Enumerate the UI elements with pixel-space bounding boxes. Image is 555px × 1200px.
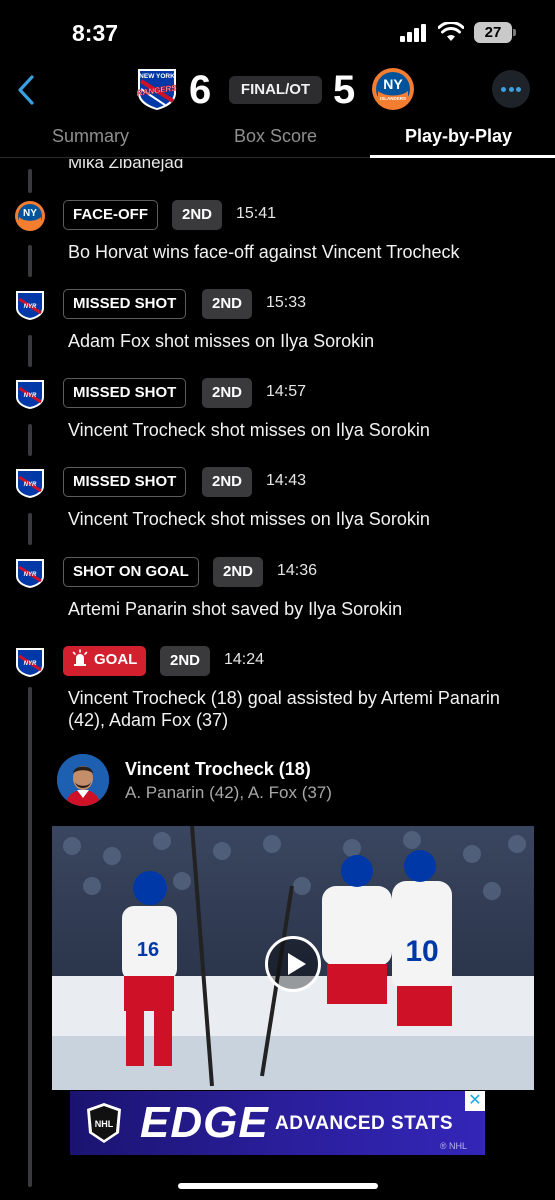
home-indicator[interactable]: [178, 1183, 378, 1189]
play-type-badge: SHOT ON GOAL: [63, 557, 199, 587]
svg-text:NYR: NYR: [24, 572, 37, 578]
play-description: Vincent Trocheck shot misses on Ilya Sor…: [68, 420, 430, 440]
play-time: 15:41: [236, 205, 277, 222]
play-description: Vincent Trocheck shot misses on Ilya Sor…: [68, 509, 430, 529]
game-status-badge: FINAL/OT: [229, 76, 322, 104]
rangers-team-icon: NYR: [16, 559, 44, 588]
period-badge: 2ND: [213, 557, 264, 587]
svg-text:NYR: NYR: [24, 304, 37, 310]
svg-text:NEW YORK: NEW YORK: [139, 73, 175, 80]
play-time: 14:57: [266, 383, 307, 400]
goal-label: GOAL: [94, 651, 138, 668]
svg-text:NHL: NHL: [95, 1119, 114, 1129]
game-tabs: Summary Box Score Play-by-Play: [0, 118, 555, 158]
period-badge: 2ND: [202, 467, 253, 497]
score-header: NEW YORK RANGERS 6 FINAL/OT 5 NY ISLANDE…: [0, 62, 555, 118]
play-time: 15:33: [266, 294, 307, 311]
status-bar: 8:37 27: [0, 0, 555, 62]
video-play-button[interactable]: [265, 936, 321, 992]
play-type-badge: MISSED SHOT: [63, 289, 187, 319]
svg-text:NYR: NYR: [24, 661, 37, 667]
play-time: 14:24: [224, 651, 265, 668]
period-badge: 2ND: [160, 646, 211, 676]
rangers-team-icon: NYR: [16, 291, 44, 320]
tab-play-by-play[interactable]: Play-by-Play: [405, 126, 512, 147]
timeline-connector: [28, 513, 32, 545]
ad-fine-print: ® NHL: [439, 1141, 467, 1151]
play-type-badge: MISSED SHOT: [63, 378, 187, 408]
period-badge: 2ND: [202, 378, 253, 408]
signal-icon: [400, 24, 426, 42]
play-description: Bo Horvat wins face-off against Vincent …: [68, 242, 460, 262]
player-headshot-icon: [57, 754, 109, 806]
home-score: 6: [189, 68, 212, 112]
svg-text:NY: NY: [383, 76, 403, 92]
ad-close-icon[interactable]: ✕: [465, 1091, 485, 1111]
away-score: 5: [333, 68, 356, 112]
islanders-logo-icon[interactable]: NY ISLANDERS: [371, 67, 415, 111]
goal-scorer-name[interactable]: Vincent Trocheck (18): [125, 759, 311, 780]
play-time: 14:43: [266, 472, 307, 489]
tab-summary[interactable]: Summary: [52, 126, 129, 147]
svg-text:16: 16: [137, 939, 159, 961]
play-description: Artemi Panarin shot saved by Ilya Soroki…: [68, 599, 403, 619]
play-time: 14:36: [277, 562, 318, 579]
svg-text:NY: NY: [23, 208, 37, 219]
avatar[interactable]: [57, 754, 109, 806]
back-chevron-icon[interactable]: [12, 72, 42, 108]
svg-text:10: 10: [405, 935, 438, 968]
previous-play-text: Mika Zibanejad: [68, 159, 184, 172]
svg-text:NYR: NYR: [24, 482, 37, 488]
period-badge: 2ND: [172, 200, 223, 230]
svg-text:ISLANDERS: ISLANDERS: [380, 96, 406, 101]
timeline-connector: [28, 169, 32, 193]
play-type-badge: FACE-OFF: [63, 200, 158, 230]
play-description: Vincent Trocheck (18) goal assisted by A…: [68, 688, 500, 730]
rangers-team-icon: NYR: [16, 380, 44, 409]
active-tab-indicator: [370, 155, 555, 158]
status-time: 8:37: [72, 20, 119, 46]
wifi-icon: [438, 22, 464, 41]
battery-icon: 27: [474, 22, 516, 43]
timeline-connector: [28, 424, 32, 456]
islanders-team-icon: NY: [15, 201, 45, 231]
rangers-team-icon: NYR: [16, 469, 44, 498]
advertisement-banner[interactable]: NHL EDGE ADVANCED STATS ® NHL ✕: [70, 1091, 485, 1155]
goal-assists: A. Panarin (42), A. Fox (37): [125, 783, 332, 802]
goal-badge: GOAL: [63, 646, 147, 676]
goal-light-icon: [72, 649, 88, 666]
timeline-connector: [28, 335, 32, 367]
rangers-team-icon: NYR: [16, 648, 44, 677]
more-options-button[interactable]: [492, 70, 530, 108]
timeline-connector: [28, 245, 32, 277]
tab-box-score[interactable]: Box Score: [234, 126, 317, 147]
nhl-shield-icon: NHL: [87, 1103, 121, 1143]
svg-text:NYR: NYR: [24, 393, 37, 399]
period-badge: 2ND: [202, 289, 253, 319]
ad-headline: EDGE: [140, 1098, 269, 1147]
timeline-connector: [28, 687, 32, 1187]
play-description: Adam Fox shot misses on Ilya Sorokin: [68, 331, 375, 351]
play-type-badge: MISSED SHOT: [63, 467, 187, 497]
ad-subline: ADVANCED STATS: [275, 1113, 453, 1134]
rangers-logo-icon[interactable]: NEW YORK RANGERS: [135, 67, 179, 111]
